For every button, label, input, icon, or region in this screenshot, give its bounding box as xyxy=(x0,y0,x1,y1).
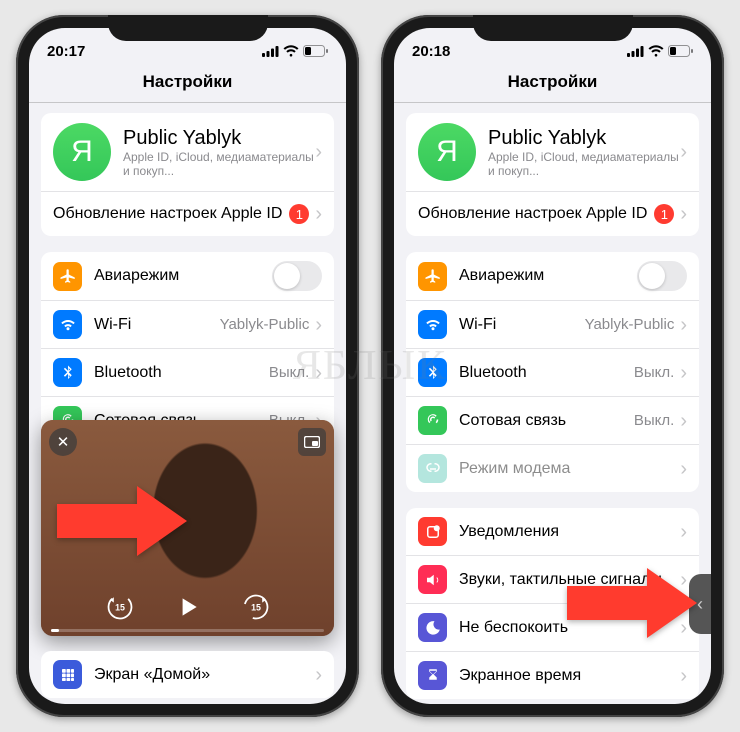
hotspot-icon xyxy=(418,454,447,483)
chevron-right-icon: › xyxy=(315,315,322,335)
battery-icon xyxy=(668,45,693,57)
wifi-label: Wi-Fi xyxy=(459,316,585,334)
apple-id-update-row[interactable]: Обновление настроек Apple ID 1 › xyxy=(406,192,699,236)
airplane-mode-row[interactable]: Авиарежим xyxy=(41,252,334,301)
chevron-right-icon: › xyxy=(680,204,687,224)
bluetooth-row[interactable]: Bluetooth Выкл. › xyxy=(406,349,699,397)
chevron-right-icon: › xyxy=(315,204,322,224)
callout-arrow xyxy=(57,486,187,556)
home-screen-label: Экран «Домой» xyxy=(94,666,315,684)
chevron-right-icon: › xyxy=(680,459,687,479)
chevron-right-icon: › xyxy=(680,142,687,162)
wifi-value: Yablyk-Public xyxy=(585,316,675,333)
cellular-row[interactable]: Сотовая связь Выкл. › xyxy=(406,397,699,445)
callout-arrow xyxy=(567,568,697,638)
svg-text:15: 15 xyxy=(115,603,125,613)
notifications-label: Уведомления xyxy=(459,523,680,541)
moon-icon xyxy=(418,613,447,642)
apple-id-row[interactable]: Я Public Yablyk Apple ID, iCloud, медиам… xyxy=(41,113,334,192)
airplane-toggle[interactable] xyxy=(272,261,322,291)
wifi-settings-icon xyxy=(53,310,82,339)
notch xyxy=(473,15,633,41)
profile-name: Public Yablyk xyxy=(488,127,680,150)
chevron-right-icon: › xyxy=(680,315,687,335)
chevron-right-icon: › xyxy=(680,522,687,542)
wifi-row[interactable]: Wi-Fi Yablyk-Public › xyxy=(406,301,699,349)
hotspot-label: Режим модема xyxy=(459,460,680,478)
airplane-label: Авиарежим xyxy=(94,267,272,285)
avatar: Я xyxy=(418,123,476,181)
sounds-icon xyxy=(418,565,447,594)
airplane-icon xyxy=(53,262,82,291)
page-title: Настройки xyxy=(29,68,346,103)
apple-id-row[interactable]: Я Public Yablyk Apple ID, iCloud, медиам… xyxy=(406,113,699,192)
bluetooth-icon xyxy=(53,358,82,387)
home-screen-row[interactable]: Экран «Домой» › xyxy=(41,651,334,698)
screentime-row[interactable]: Экранное время › xyxy=(406,652,699,699)
phone-left: 20:17 Настройки Я Public Yablyk Apple ID… xyxy=(16,15,359,717)
airplane-icon xyxy=(418,262,447,291)
battery-icon xyxy=(303,45,328,57)
bluetooth-icon xyxy=(418,358,447,387)
bluetooth-value: Выкл. xyxy=(634,364,674,381)
apple-id-update-label: Обновление настроек Apple ID xyxy=(418,205,654,223)
chevron-right-icon: › xyxy=(315,363,322,383)
pip-play-button[interactable] xyxy=(171,590,205,624)
wifi-value: Yablyk-Public xyxy=(220,316,310,333)
screentime-label: Экранное время xyxy=(459,667,680,685)
chevron-right-icon: › xyxy=(680,411,687,431)
wifi-settings-icon xyxy=(418,310,447,339)
update-badge: 1 xyxy=(289,204,309,224)
wifi-icon xyxy=(648,45,664,57)
cellular-value: Выкл. xyxy=(634,412,674,429)
status-time: 20:18 xyxy=(412,43,450,60)
chevron-right-icon: › xyxy=(680,666,687,686)
notifications-icon xyxy=(418,517,447,546)
wifi-row[interactable]: Wi-Fi Yablyk-Public › xyxy=(41,301,334,349)
airplane-mode-row[interactable]: Авиарежим xyxy=(406,252,699,301)
chevron-right-icon: › xyxy=(315,142,322,162)
pip-expand-button[interactable] xyxy=(298,428,326,456)
apple-id-update-row[interactable]: Обновление настроек Apple ID 1 › xyxy=(41,192,334,236)
bluetooth-value: Выкл. xyxy=(269,364,309,381)
bluetooth-label: Bluetooth xyxy=(94,364,269,382)
bluetooth-row[interactable]: Bluetooth Выкл. › xyxy=(41,349,334,397)
pip-rewind-button[interactable]: 15 xyxy=(103,590,137,624)
cellular-signal-icon xyxy=(262,46,279,57)
profile-name: Public Yablyk xyxy=(123,127,315,150)
wifi-icon xyxy=(283,45,299,57)
cellular-label: Сотовая связь xyxy=(459,412,634,430)
page-title: Настройки xyxy=(394,68,711,103)
wifi-label: Wi-Fi xyxy=(94,316,220,334)
bluetooth-label: Bluetooth xyxy=(459,364,634,382)
profile-subtitle: Apple ID, iCloud, медиаматериалы и покуп… xyxy=(123,150,315,178)
home-grid-icon xyxy=(53,660,82,689)
avatar: Я xyxy=(53,123,111,181)
airplane-label: Авиарежим xyxy=(459,267,637,285)
notch xyxy=(108,15,268,41)
update-badge: 1 xyxy=(654,204,674,224)
notifications-row[interactable]: Уведомления › xyxy=(406,508,699,556)
status-time: 20:17 xyxy=(47,43,85,60)
hourglass-icon xyxy=(418,661,447,690)
apple-id-update-label: Обновление настроек Apple ID xyxy=(53,205,289,223)
pip-progress-bar[interactable] xyxy=(51,629,324,632)
airplane-toggle[interactable] xyxy=(637,261,687,291)
chevron-right-icon: › xyxy=(680,363,687,383)
cellular-signal-icon xyxy=(627,46,644,57)
chevron-right-icon: › xyxy=(315,665,322,685)
phone-right: 20:18 Настройки Я Public Yablyk Apple ID… xyxy=(381,15,724,717)
profile-subtitle: Apple ID, iCloud, медиаматериалы и покуп… xyxy=(488,150,680,178)
hotspot-row[interactable]: Режим модема › xyxy=(406,445,699,492)
antenna-icon xyxy=(418,406,447,435)
svg-text:15: 15 xyxy=(251,603,261,613)
pip-close-button[interactable]: ✕ xyxy=(49,428,77,456)
pip-forward-button[interactable]: 15 xyxy=(239,590,273,624)
